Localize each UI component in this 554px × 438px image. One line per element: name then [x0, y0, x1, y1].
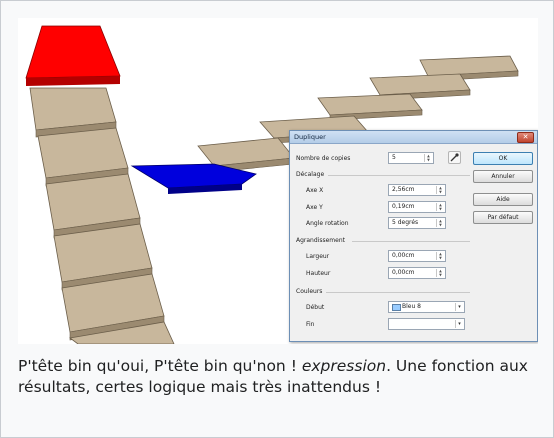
chevron-down-icon[interactable]: ▾	[455, 303, 463, 311]
copies-label: Nombre de copies	[296, 155, 351, 162]
left-steps	[29, 87, 175, 344]
height-label: Hauteur	[306, 270, 331, 277]
angle-value: 5 degrés	[392, 219, 419, 226]
red-step	[25, 25, 121, 86]
spin-arrows-icon[interactable]: ▲ ▼	[436, 203, 444, 211]
axis-y-value: 0,19cm	[392, 203, 415, 210]
duplicate-dialog: Dupliquer ✕ Nombre de copies 5 ▲ ▼ Décala…	[289, 130, 538, 342]
default-button[interactable]: Par défaut	[473, 211, 533, 224]
cancel-button[interactable]: Annuler	[473, 170, 533, 183]
help-button[interactable]: Aide	[473, 193, 533, 206]
width-value: 0,00cm	[392, 252, 415, 259]
spin-arrows-icon[interactable]: ▲ ▼	[436, 186, 444, 194]
offset-section-label: Décalage	[296, 171, 325, 178]
spin-arrows-icon[interactable]: ▲ ▼	[424, 154, 432, 162]
chevron-down-icon[interactable]: ▾	[455, 320, 463, 328]
height-value: 0,00cm	[392, 269, 415, 276]
pipette-icon	[450, 153, 459, 162]
pipette-button[interactable]	[448, 151, 461, 164]
caption-emphasis: expression	[301, 357, 387, 375]
dialog-title: Dupliquer	[294, 133, 326, 141]
spin-arrows-icon[interactable]: ▲ ▼	[436, 219, 444, 227]
axis-y-label: Axe Y	[306, 204, 323, 211]
image-caption: P'tête bin qu'oui, P'tête bin qu'non ! e…	[18, 356, 538, 398]
axis-x-label: Axe X	[306, 187, 324, 194]
start-color-value: Bleu 8	[402, 303, 422, 310]
close-icon[interactable]: ✕	[517, 132, 534, 143]
enlarge-section-label: Agrandissement	[296, 237, 345, 244]
thumbnail-frame: Dupliquer ✕ Nombre de copies 5 ▲ ▼ Décala…	[0, 0, 554, 438]
separator	[326, 292, 470, 293]
colors-section-label: Couleurs	[296, 288, 323, 295]
color-swatch	[392, 304, 401, 311]
spin-arrows-icon[interactable]: ▲ ▼	[436, 269, 444, 277]
spin-arrows-icon[interactable]: ▲ ▼	[436, 252, 444, 260]
axis-x-field[interactable]: 2,56cm ▲ ▼	[388, 184, 446, 196]
width-field[interactable]: 0,00cm ▲ ▼	[388, 250, 446, 262]
width-label: Largeur	[306, 253, 330, 260]
caption-text: P'tête bin qu'oui, P'tête bin qu'non !	[18, 357, 302, 375]
axis-y-field[interactable]: 0,19cm ▲ ▼	[388, 201, 446, 213]
end-color-label: Fin	[306, 321, 315, 328]
separator	[328, 175, 470, 176]
end-color-select[interactable]: ▾	[388, 318, 465, 330]
height-field[interactable]: 0,00cm ▲ ▼	[388, 267, 446, 279]
copies-value: 5	[392, 154, 396, 161]
start-color-select[interactable]: Bleu 8 ▾	[388, 301, 465, 313]
ok-button[interactable]: OK	[473, 152, 533, 165]
dialog-titlebar: Dupliquer ✕	[290, 131, 537, 144]
screenshot-image: Dupliquer ✕ Nombre de copies 5 ▲ ▼ Décala…	[18, 18, 538, 344]
copies-stepper[interactable]: 5 ▲ ▼	[388, 152, 434, 164]
separator	[352, 241, 470, 242]
axis-x-value: 2,56cm	[392, 186, 415, 193]
angle-label: Angle rotation	[306, 220, 349, 227]
start-color-label: Début	[306, 304, 325, 311]
angle-field[interactable]: 5 degrés ▲ ▼	[388, 217, 446, 229]
